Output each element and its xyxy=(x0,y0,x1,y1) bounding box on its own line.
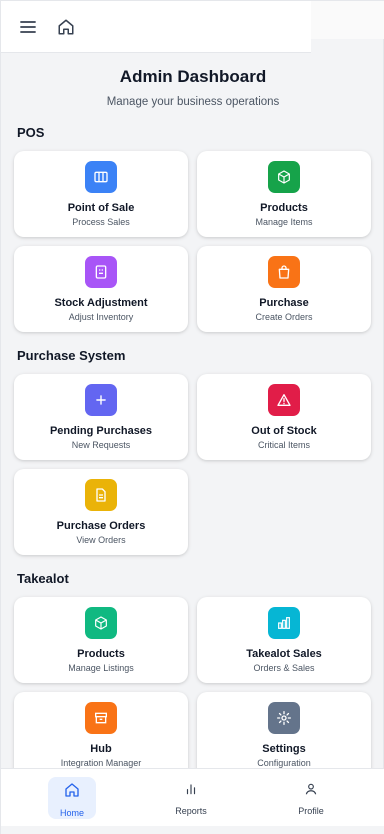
card-stock-adjustment[interactable]: Stock Adjustment Adjust Inventory xyxy=(14,246,188,332)
nav-label: Profile xyxy=(298,806,324,816)
card-label: Stock Adjustment xyxy=(54,297,148,309)
card-label: Out of Stock xyxy=(251,425,317,437)
card-label: Settings xyxy=(262,743,306,755)
box-icon xyxy=(268,161,300,193)
card-point-of-sale[interactable]: Point of Sale Process Sales xyxy=(14,151,188,237)
top-bar xyxy=(1,1,311,53)
card-sub: Create Orders xyxy=(255,312,313,322)
card-products[interactable]: Products Manage Items xyxy=(197,151,371,237)
top-bar-extension xyxy=(311,1,384,39)
card-hub[interactable]: Hub Integration Manager xyxy=(14,692,188,778)
card-label: Point of Sale xyxy=(67,202,135,214)
card-takealot-products[interactable]: Products Manage Listings xyxy=(14,597,188,683)
card-label: Products xyxy=(77,648,125,660)
card-sub: Integration Manager xyxy=(60,758,142,768)
nav-home[interactable]: Home xyxy=(48,777,96,819)
bottom-strip xyxy=(1,826,384,834)
card-purchase-orders[interactable]: Purchase Orders View Orders xyxy=(14,469,188,555)
bottom-nav: Home Reports Profile xyxy=(1,768,384,826)
card-sub: Configuration xyxy=(257,758,311,768)
card-pending-purchases[interactable]: Pending Purchases New Requests xyxy=(14,374,188,460)
document-icon xyxy=(85,479,117,511)
nav-reports[interactable]: Reports xyxy=(167,777,215,819)
menu-icon[interactable] xyxy=(15,14,41,40)
gear-icon xyxy=(268,702,300,734)
card-sub: View Orders xyxy=(76,535,126,545)
card-label: Purchase Orders xyxy=(56,520,146,532)
nav-label: Reports xyxy=(175,806,207,816)
bar-chart-icon xyxy=(268,607,300,639)
card-settings[interactable]: Settings Configuration xyxy=(197,692,371,778)
section-title-purchase-system: Purchase System xyxy=(17,348,126,363)
shopping-bag-icon xyxy=(268,256,300,288)
card-sub: Manage Items xyxy=(255,217,313,227)
card-sub: Manage Listings xyxy=(68,663,134,673)
app-frame: Admin Dashboard Manage your business ope… xyxy=(0,0,384,834)
card-label: Hub xyxy=(90,743,112,755)
archive-icon xyxy=(85,702,117,734)
card-sub: Process Sales xyxy=(72,217,130,227)
pos-icon xyxy=(85,161,117,193)
bar-chart-icon xyxy=(184,782,198,801)
page-header: Admin Dashboard Manage your business ope… xyxy=(1,67,384,108)
box-icon xyxy=(85,607,117,639)
card-label: Takealot Sales xyxy=(246,648,322,660)
card-label: Purchase xyxy=(259,297,309,309)
card-out-of-stock[interactable]: Out of Stock Critical Items xyxy=(197,374,371,460)
card-purchase[interactable]: Purchase Create Orders xyxy=(197,246,371,332)
nav-profile[interactable]: Profile xyxy=(287,777,335,819)
home-icon xyxy=(64,782,80,803)
card-label: Products xyxy=(260,202,308,214)
page-title: Admin Dashboard xyxy=(119,67,267,86)
card-sub: New Requests xyxy=(71,440,131,450)
nav-label: Home xyxy=(59,808,84,818)
inventory-icon xyxy=(85,256,117,288)
plus-icon xyxy=(85,384,117,416)
card-sub: Adjust Inventory xyxy=(68,312,134,322)
card-sub: Orders & Sales xyxy=(253,663,315,673)
section-title-pos: POS xyxy=(17,125,45,140)
card-sub: Critical Items xyxy=(257,440,310,450)
home-icon[interactable] xyxy=(53,14,79,40)
card-takealot-sales[interactable]: Takealot Sales Orders & Sales xyxy=(197,597,371,683)
section-title-takealot: Takealot xyxy=(17,571,69,586)
page-subtitle: Manage your business operations xyxy=(106,96,280,108)
warning-icon xyxy=(268,384,300,416)
card-label: Pending Purchases xyxy=(49,425,153,437)
user-icon xyxy=(304,782,318,801)
